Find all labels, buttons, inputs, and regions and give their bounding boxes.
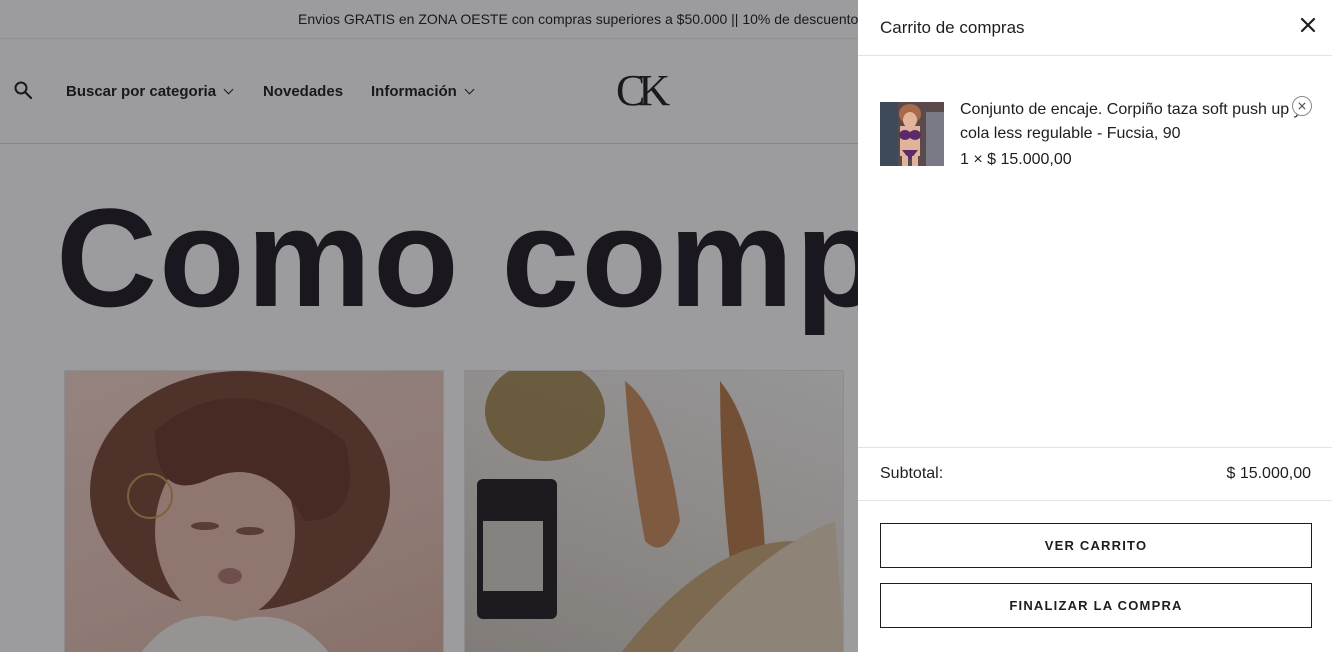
close-icon[interactable]	[1298, 15, 1318, 35]
cart-subtotal: Subtotal: $ 15.000,00	[858, 447, 1332, 501]
subtotal-value: $ 15.000,00	[1226, 465, 1311, 482]
checkout-button[interactable]: FINALIZAR LA COMPRA	[880, 583, 1312, 628]
view-cart-button[interactable]: VER CARRITO	[880, 523, 1312, 568]
remove-circle-icon[interactable]	[1292, 96, 1312, 116]
product-thumbnail[interactable]	[880, 102, 944, 166]
cart-drawer: Carrito de compras Conjunto de encaje. C…	[858, 0, 1332, 652]
subtotal-label: Subtotal:	[880, 465, 944, 482]
cart-title: Carrito de compras	[880, 18, 1025, 37]
cart-item: Conjunto de encaje. Corpiño taza soft pu…	[880, 101, 1320, 172]
product-image	[880, 102, 944, 166]
cart-item-name[interactable]: Conjunto de encaje. Corpiño taza soft pu…	[960, 98, 1306, 146]
cart-item-quantity-price: 1 × $ 15.000,00	[960, 151, 1072, 168]
cart-header: Carrito de compras	[858, 0, 1332, 56]
